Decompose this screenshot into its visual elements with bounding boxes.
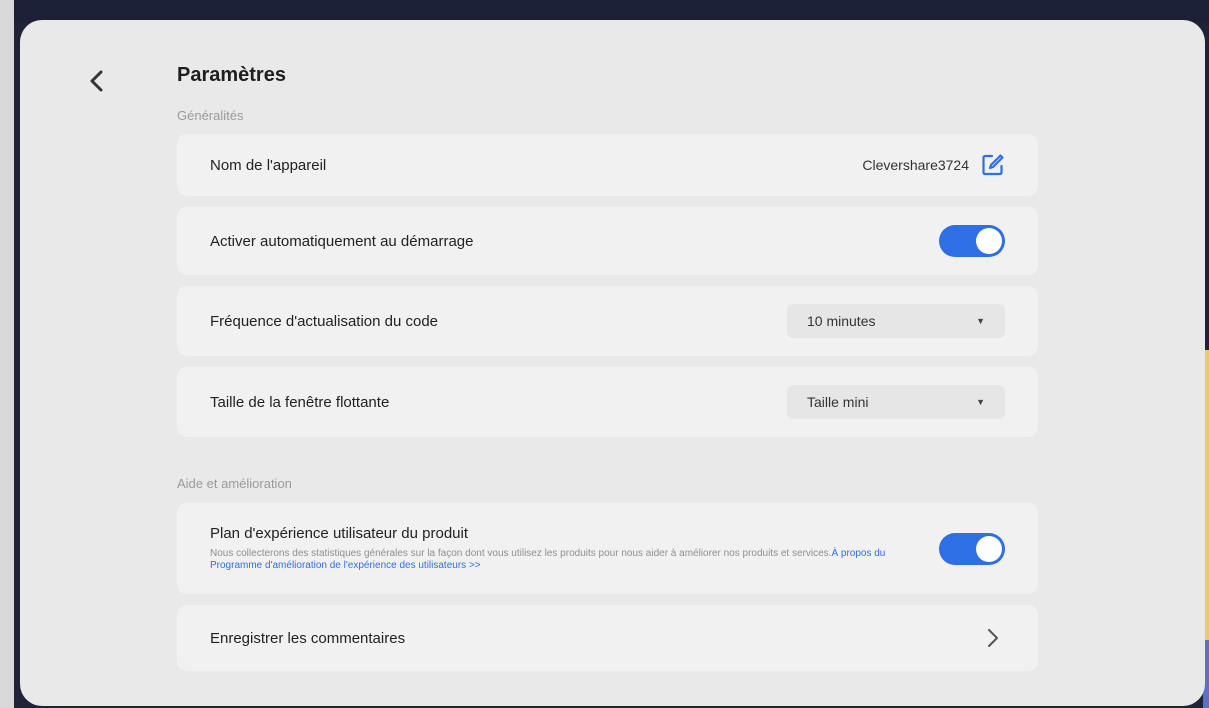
experience-plan-description: Nous collecterons des statistiques génér… bbox=[210, 548, 919, 572]
edit-icon[interactable] bbox=[981, 153, 1005, 177]
device-name-label: Nom de l'appareil bbox=[210, 156, 327, 174]
feedback-row[interactable]: Enregistrer les commentaires bbox=[177, 605, 1038, 671]
toggle-knob bbox=[976, 535, 1002, 562]
device-name-value: Clevershare3724 bbox=[862, 157, 969, 173]
window-size-label: Taille de la fenêtre flottante bbox=[210, 393, 390, 411]
experience-plan-row: Plan d'expérience utilisateur du produit… bbox=[177, 503, 1038, 594]
experience-plan-title: Plan d'expérience utilisateur du produit bbox=[210, 525, 469, 542]
refresh-frequency-select[interactable]: 10 minutes ▼ bbox=[787, 304, 1005, 338]
settings-dialog: Paramètres Généralités Nom de l'appareil… bbox=[20, 20, 1205, 706]
auto-start-toggle[interactable] bbox=[939, 225, 1005, 257]
refresh-frequency-row: Fréquence d'actualisation du code 10 min… bbox=[177, 286, 1038, 356]
window-size-select[interactable]: Taille mini ▼ bbox=[787, 385, 1005, 419]
refresh-frequency-label: Fréquence d'actualisation du code bbox=[210, 312, 439, 330]
chevron-right-icon bbox=[981, 626, 1005, 650]
chevron-left-icon bbox=[90, 70, 103, 92]
background-top bbox=[14, 0, 1209, 22]
auto-start-row: Activer automatiquement au démarrage bbox=[177, 207, 1038, 275]
auto-start-label: Activer automatiquement au démarrage bbox=[210, 232, 474, 250]
refresh-frequency-value: 10 minutes bbox=[807, 313, 876, 329]
window-size-row: Taille de la fenêtre flottante Taille mi… bbox=[177, 367, 1038, 437]
experience-plan-text: Plan d'expérience utilisateur du produit… bbox=[210, 525, 939, 572]
caret-down-icon: ▼ bbox=[976, 316, 985, 326]
device-name-row: Nom de l'appareil Clevershare3724 bbox=[177, 134, 1038, 196]
toggle-knob bbox=[976, 228, 1002, 254]
feedback-label: Enregistrer les commentaires bbox=[210, 629, 406, 647]
caret-down-icon: ▼ bbox=[976, 397, 985, 407]
background-panel bbox=[0, 0, 14, 708]
experience-plan-toggle[interactable] bbox=[939, 532, 1005, 565]
experience-plan-desc-text: Nous collecterons des statistiques génér… bbox=[210, 548, 832, 559]
section-label-general: Généralités bbox=[177, 108, 244, 123]
section-label-help: Aide et amélioration bbox=[177, 476, 292, 491]
window-size-value: Taille mini bbox=[807, 394, 869, 410]
page-title: Paramètres bbox=[177, 64, 286, 86]
back-button[interactable] bbox=[82, 66, 112, 96]
